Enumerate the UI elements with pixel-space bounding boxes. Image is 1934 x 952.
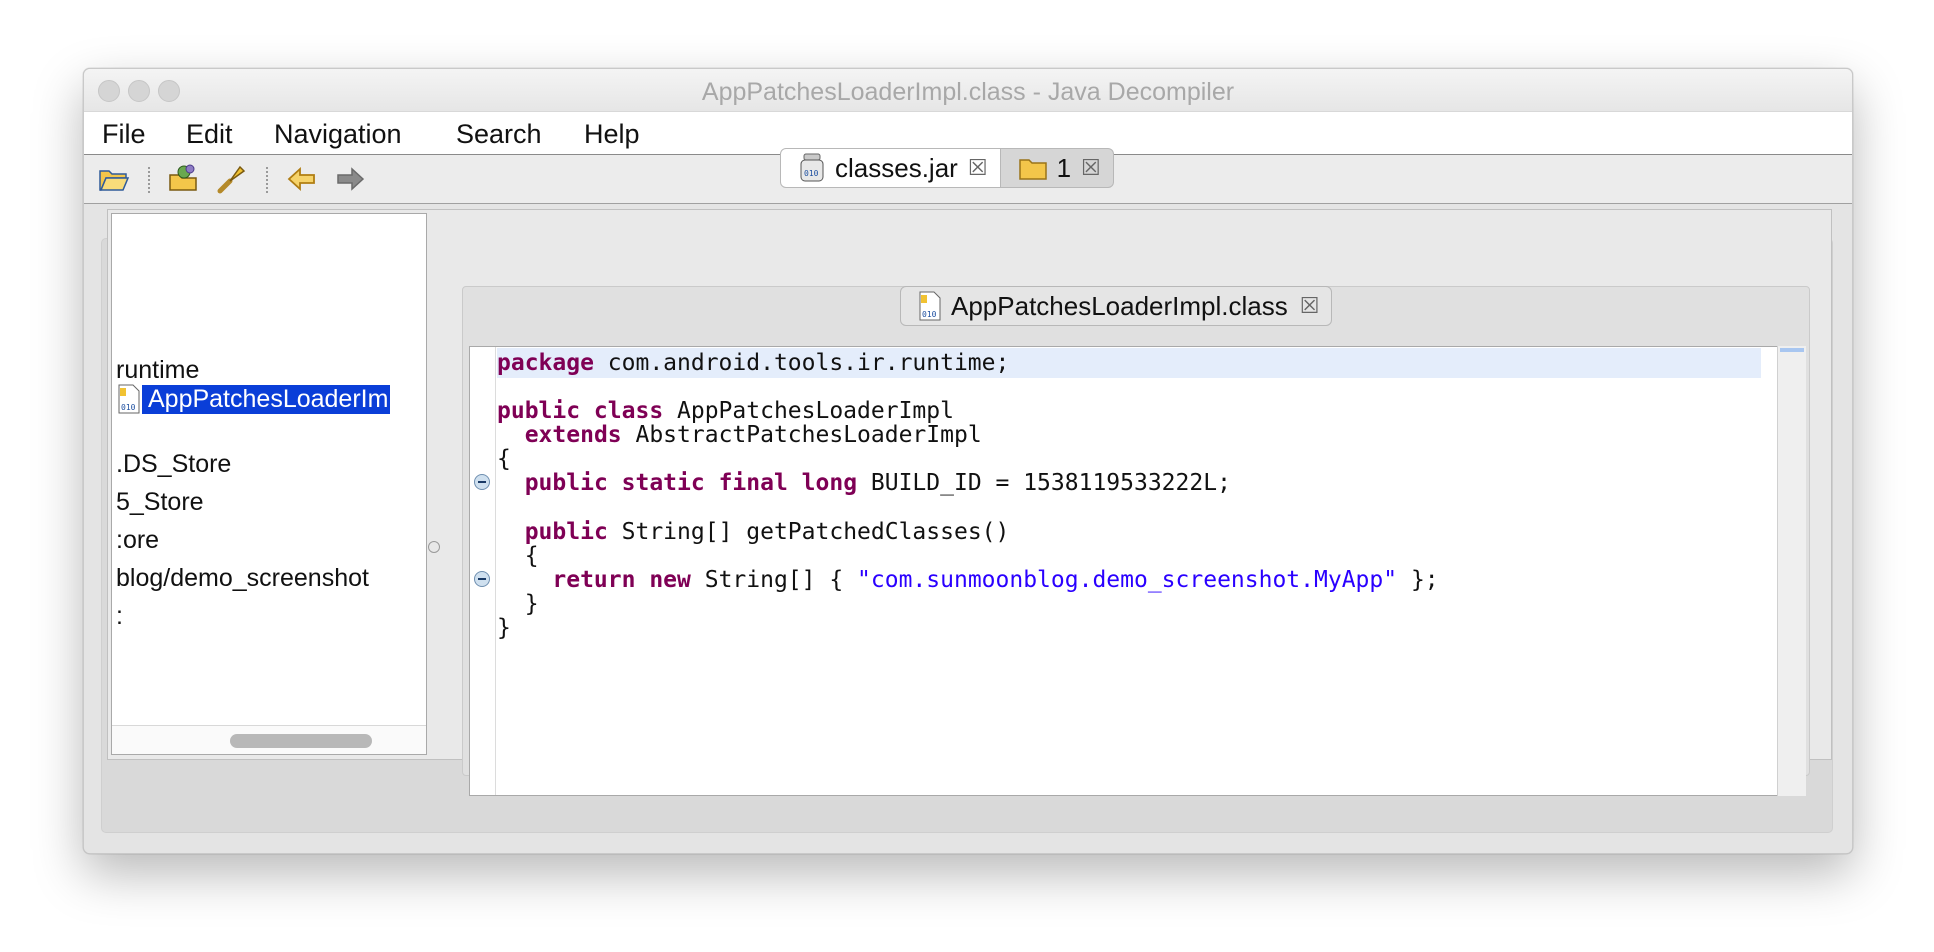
open-folder-icon[interactable] [98, 163, 130, 195]
toolbar-separator [148, 167, 150, 193]
class-file-icon: 010 [118, 384, 140, 414]
back-arrow-icon[interactable] [286, 163, 318, 195]
svg-text:010: 010 [922, 310, 937, 319]
scrollbar-thumb[interactable] [230, 734, 372, 748]
code-line: package com.android.tools.ir.runtime; [497, 348, 1761, 378]
menu-edit[interactable]: Edit [186, 119, 233, 150]
window-title: AppPatchesLoaderImpl.class - Java Decomp… [701, 78, 1235, 106]
close-tab-icon[interactable]: ☒ [968, 155, 988, 181]
jar-icon: 010 [800, 153, 824, 182]
close-tab-icon[interactable]: ☒ [1081, 155, 1101, 181]
tree-item[interactable]: :ore [116, 526, 159, 555]
tab-classes-jar[interactable]: 010 classes.jar ☒ [780, 148, 1001, 188]
code-line: public static final long BUILD_ID = 1538… [524, 470, 1231, 496]
overview-ruler[interactable] [1777, 346, 1806, 796]
app-window: AppPatchesLoaderImpl.class - Java Decomp… [83, 68, 1853, 854]
tab-folder-1[interactable]: 1 ☒ [1000, 148, 1114, 188]
tab-label: AppPatchesLoaderImpl.class [951, 290, 1288, 321]
tree-item[interactable]: runtime [116, 356, 199, 385]
tree-item[interactable]: .DS_Store [116, 450, 231, 479]
tree-item[interactable]: blog/demo_screenshot [116, 564, 369, 593]
ruler-marker[interactable] [1780, 348, 1804, 352]
tree-horizontal-scrollbar[interactable] [112, 725, 426, 754]
toolbar-separator [266, 167, 268, 193]
fold-toggle-icon[interactable] [474, 571, 490, 587]
split-pane-divider[interactable] [428, 541, 440, 553]
open-type-icon[interactable] [168, 163, 200, 195]
class-file-icon: 010 [919, 291, 941, 321]
tab-editor-class[interactable]: 010 AppPatchesLoaderImpl.class ☒ [900, 286, 1333, 326]
menu-file[interactable]: File [102, 119, 146, 150]
fold-toggle-icon[interactable] [474, 474, 490, 490]
tree-item[interactable]: : [116, 602, 123, 631]
tab-label: classes.jar [835, 152, 958, 183]
search-icon[interactable] [216, 163, 248, 195]
tab-label: 1 [1056, 152, 1072, 183]
close-tab-icon[interactable]: ☒ [1300, 293, 1320, 319]
forward-arrow-icon[interactable] [334, 163, 366, 195]
code-editor[interactable]: package com.android.tools.ir.runtime; pu… [469, 346, 1779, 796]
file-tabs: 010 classes.jar ☒ 1 ☒ [780, 148, 1114, 188]
tree-item-selected[interactable]: 010 AppPatchesLoaderIm [116, 384, 391, 414]
tree-item[interactable]: 5_Store [116, 488, 204, 517]
svg-text:010: 010 [121, 403, 136, 412]
code-line: } [497, 615, 511, 641]
menu-navigation[interactable]: Navigation [274, 119, 402, 150]
title-bar: AppPatchesLoaderImpl.class - Java Decomp… [84, 69, 1852, 111]
tree-item-label: AppPatchesLoaderIm [142, 384, 391, 414]
menu-help[interactable]: Help [584, 119, 640, 150]
folder-icon [1018, 159, 1047, 180]
svg-text:010: 010 [804, 169, 819, 178]
package-tree[interactable]: runtime 010 AppPatchesLoaderIm .DS_Store… [111, 213, 427, 755]
menu-search[interactable]: Search [456, 119, 542, 150]
